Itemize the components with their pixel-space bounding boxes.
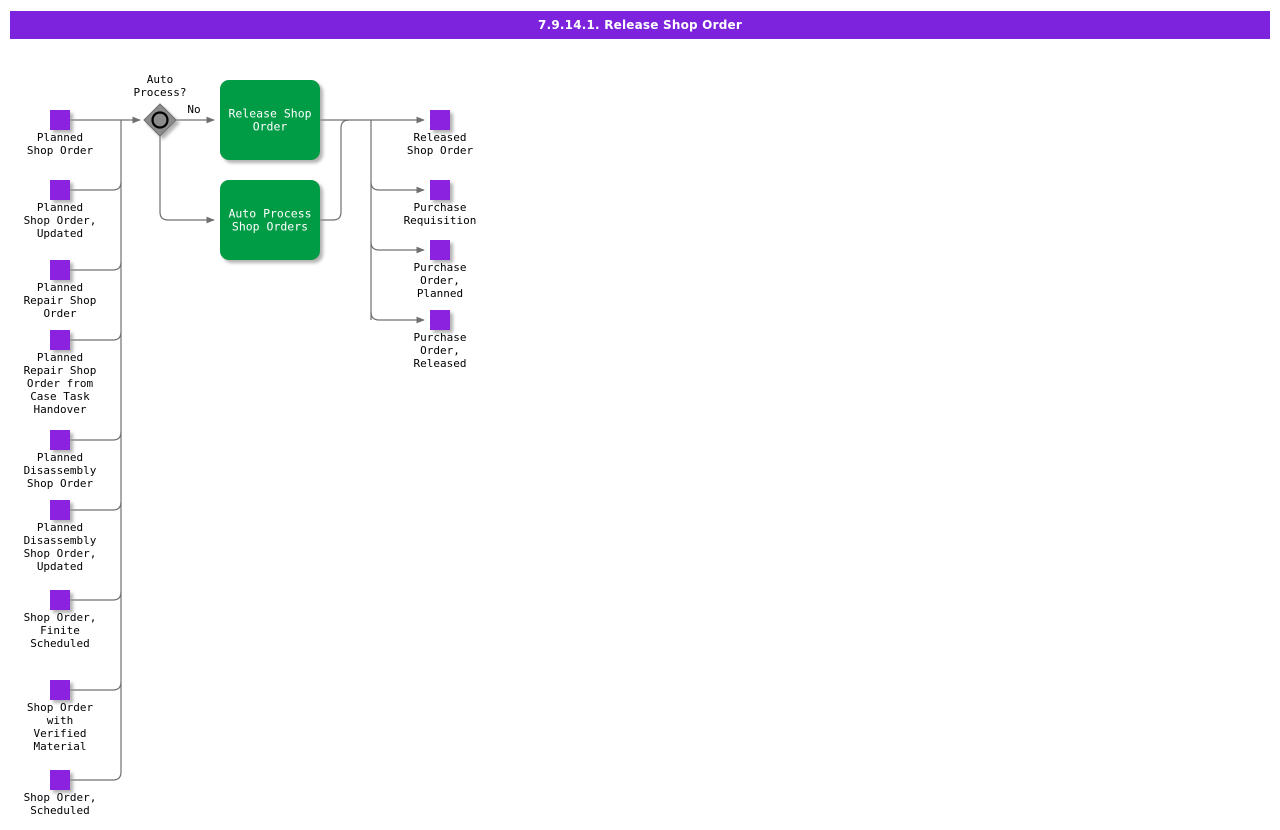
node-label-in7: Shop Order, Finite Scheduled — [24, 611, 97, 650]
end-event-out1[interactable] — [430, 110, 450, 130]
node-label-out3: Purchase Order, Planned — [414, 261, 467, 300]
node-label-out4: Purchase Order, Released — [414, 331, 467, 370]
flow-in6 — [70, 501, 122, 511]
flow-in5 — [70, 431, 122, 441]
node-label-in3: Planned Repair Shop Order — [24, 281, 97, 320]
process-flow-diagram: Planned Shop Order Planned Shop Order, Updat… — [24, 73, 477, 817]
end-event-out3[interactable] — [430, 240, 450, 260]
task-label-t2: Auto Process Shop Orders — [228, 207, 311, 234]
start-event-in9[interactable] — [50, 770, 70, 790]
gateway-event-icon — [151, 111, 169, 129]
end-event-out4[interactable] — [430, 310, 450, 330]
node-label-in2: Planned Shop Order, Updated — [24, 201, 97, 240]
flow-out4 — [370, 311, 425, 324]
node-label-in4: Planned Repair Shop Order from Case Task Han… — [24, 351, 97, 416]
flow-in8 — [70, 681, 122, 691]
node-label-in8: Shop Order with Verified Material — [27, 701, 94, 753]
node-label-in1: Planned Shop Order — [27, 131, 94, 157]
start-event-in1[interactable] — [50, 110, 70, 130]
flow-in4 — [70, 331, 122, 341]
edge-label-0: No — [187, 103, 200, 116]
node-label-out1: Released Shop Order — [407, 131, 474, 157]
flow-task2-out — [320, 119, 350, 221]
start-event-in3[interactable] — [50, 260, 70, 280]
flow-in3 — [70, 261, 122, 271]
start-event-in2[interactable] — [50, 180, 70, 200]
flow-in9 — [70, 771, 122, 781]
start-event-in7[interactable] — [50, 590, 70, 610]
flow-nodes: Planned Shop Order Planned Shop Order, Updat… — [24, 73, 477, 817]
flow-in2 — [70, 181, 122, 191]
node-label-in6: Planned Disassembly Shop Order, Updated — [24, 521, 97, 573]
gateway-label: Auto Process? — [134, 73, 187, 99]
flow-out3 — [370, 241, 425, 254]
node-label-in5: Planned Disassembly Shop Order — [24, 451, 97, 490]
flow-gateway-auto — [159, 136, 215, 224]
start-event-in4[interactable] — [50, 330, 70, 350]
node-label-out2: Purchase Requisition — [404, 201, 477, 227]
flow-out2 — [370, 181, 425, 194]
start-event-in8[interactable] — [50, 680, 70, 700]
node-label-in9: Shop Order, Scheduled — [24, 791, 97, 817]
start-event-in6[interactable] — [50, 500, 70, 520]
start-event-in5[interactable] — [50, 430, 70, 450]
flow-in7 — [70, 591, 122, 601]
end-event-out2[interactable] — [430, 180, 450, 200]
